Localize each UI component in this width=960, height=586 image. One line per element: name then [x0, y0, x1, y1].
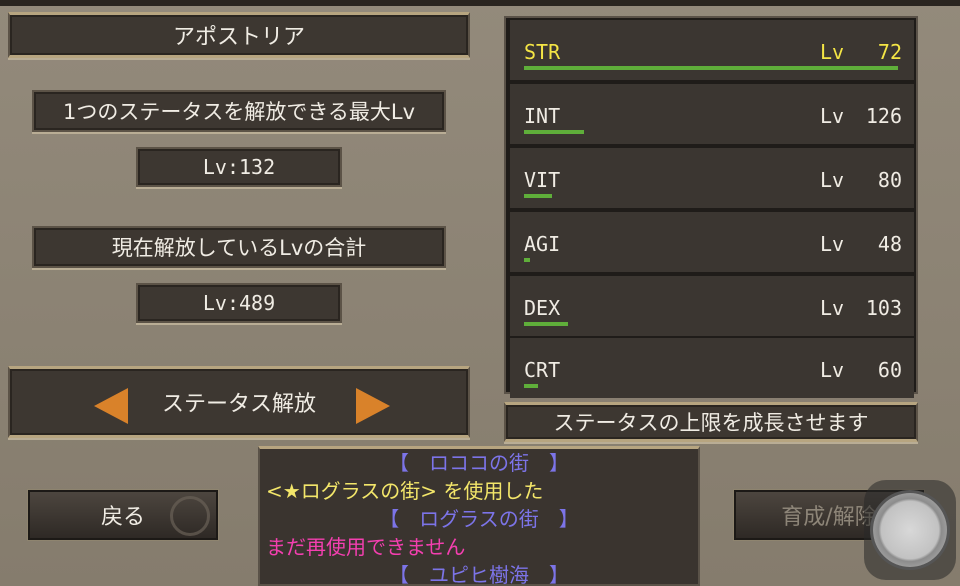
home-circle-icon: [873, 493, 947, 567]
stat-name: DEX: [524, 296, 561, 320]
max-lv-label: 1つのステータスを解放できる最大Lv: [62, 100, 416, 124]
stat-row-crt[interactable]: CRT Lv 60: [510, 338, 914, 398]
log-line-town: 【 ログラスの街 】: [379, 507, 579, 531]
stat-lv-prefix: Lv: [820, 40, 845, 64]
mode-label: ステータス解放: [161, 392, 316, 417]
stat-description-panel: ステータスの上限を成長させます: [504, 402, 918, 442]
max-lv-label-panel: 1つのステータスを解放できる最大Lv: [32, 90, 446, 132]
mode-selector-panel: ステータス解放: [8, 366, 470, 438]
stat-row-agi[interactable]: AGI Lv 48: [510, 212, 914, 272]
total-lv-value-panel: Lv:489: [136, 283, 342, 323]
back-button[interactable]: 戻る: [28, 490, 218, 540]
stat-name: STR: [524, 40, 561, 64]
swirl-ornament-icon: [170, 496, 210, 536]
stat-value: 80: [877, 168, 902, 192]
stat-value: 48: [877, 232, 902, 256]
triangle-right-icon[interactable]: [356, 388, 390, 424]
stat-row-str[interactable]: STR Lv 72: [510, 20, 914, 80]
game-screen: アポストリア 1つのステータスを解放できる最大Lv Lv:132 現在解放してい…: [0, 0, 960, 586]
stat-row-int[interactable]: INT Lv 126: [510, 84, 914, 144]
stat-name: CRT: [524, 358, 561, 382]
stat-value: 60: [877, 358, 902, 382]
stat-lv-prefix: Lv: [820, 104, 845, 128]
stat-name: INT: [524, 104, 561, 128]
log-line-used: <★ログラスの街> を使用した: [266, 479, 544, 503]
floating-home-button[interactable]: [864, 480, 956, 580]
total-lv-label-panel: 現在解放しているLvの合計: [32, 226, 446, 268]
character-name-panel: アポストリア: [8, 12, 470, 58]
stat-row-dex[interactable]: DEX Lv 103: [510, 276, 914, 336]
stat-value: 126: [865, 104, 902, 128]
stat-name: AGI: [524, 232, 561, 256]
stat-lv-prefix: Lv: [820, 296, 845, 320]
stat-lv-prefix: Lv: [820, 358, 845, 382]
stat-lv-prefix: Lv: [820, 168, 845, 192]
train-release-label: 育成/解除: [781, 505, 877, 530]
top-bar: [0, 0, 960, 6]
stat-progress-bar: [524, 194, 552, 198]
log-line-warn: まだ再使用できません: [266, 535, 466, 559]
stat-progress-bar: [524, 66, 898, 70]
triangle-left-icon[interactable]: [94, 388, 128, 424]
stat-progress-bar: [524, 130, 584, 134]
stat-description: ステータスの上限を成長させます: [553, 411, 869, 435]
stat-name: VIT: [524, 168, 561, 192]
total-lv-value: Lv:489: [202, 291, 276, 315]
back-button-label: 戻る: [100, 505, 145, 530]
stat-row-vit[interactable]: VIT Lv 80: [510, 148, 914, 208]
character-name: アポストリア: [172, 25, 305, 50]
max-lv-value: Lv:132: [202, 155, 276, 179]
total-lv-label: 現在解放しているLvの合計: [111, 236, 367, 260]
stat-lv-prefix: Lv: [820, 232, 845, 256]
stat-progress-bar: [524, 384, 538, 388]
stat-value: 72: [877, 40, 902, 64]
stat-progress-bar: [524, 258, 530, 262]
log-line-town: 【 ロココの街 】: [389, 451, 569, 475]
max-lv-value-panel: Lv:132: [136, 147, 342, 187]
stats-list: STR Lv 72 INT Lv 126 VIT Lv 80 AGI Lv 48 DEX Lv 103 CRT…: [504, 16, 918, 398]
log-line-town: 【 ユピヒ樹海 】: [389, 563, 569, 586]
message-log: 【 ロココの街 】 <★ログラスの街> を使用した【 ログラスの街 】まだ再使用で…: [258, 446, 700, 586]
stat-value: 103: [865, 296, 902, 320]
stat-progress-bar: [524, 322, 568, 326]
